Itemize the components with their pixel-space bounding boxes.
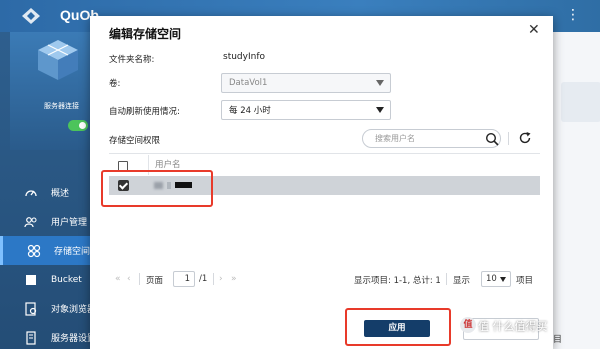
users-icon [24,217,37,228]
sidebar-item-overview[interactable]: 概述 [0,178,90,207]
sidebar-item-label: Bucket [51,274,82,285]
close-icon[interactable]: ✕ [528,22,540,38]
chevron-down-icon [376,107,384,113]
watermark-text: 值 什么值得买 [478,320,548,333]
background-content: 目 [553,32,600,349]
sidebar-item-label: 存储空间 [54,247,91,257]
app-logo-icon [22,8,40,24]
sidebar-item-label: 概述 [51,189,70,199]
auto-refresh-label: 自动刷新使用情况: [109,107,180,117]
server-cube-icon [38,40,78,80]
refresh-icon[interactable] [518,131,532,145]
volume-select-value: DataVol1 [229,78,268,88]
folder-name-value: studyInfo [223,52,265,62]
search-input[interactable]: 搜索用户名 [362,129,501,148]
background-text: 目 [553,335,563,345]
sidebar: 服务器连接 开 概述 用户管理 存储空间 Bucket 对象浏览器 服务器设置 [0,32,102,349]
pager-divider [139,273,140,285]
search-icon[interactable] [485,132,499,146]
per-page-select[interactable]: 10 [481,271,511,287]
volume-select[interactable]: DataVol1 [221,73,391,93]
sidebar-nav: 概述 用户管理 存储空间 Bucket 对象浏览器 服务器设置 [0,178,96,349]
page-input[interactable]: 1 [173,271,195,287]
display-items-text: 显示项目: 1-1, 总计: 1 [354,276,441,286]
pager-divider [446,273,447,285]
last-page-icon[interactable]: » [231,274,237,284]
gauge-icon [25,190,37,197]
highlight-box [101,170,213,207]
pagination-bar: « ‹ 页面 1 /1 › » 显示项目: 1-1, 总计: 1 显示 10 项… [109,270,540,292]
sidebar-item-object-browser[interactable]: 对象浏览器 [0,294,96,323]
page-label: 页面 [146,276,164,286]
chevron-down-icon [376,80,384,86]
storage-icon [27,244,41,258]
sidebar-item-server-settings[interactable]: 服务器设置 [0,323,96,349]
watermark-logo-icon: 值 [460,317,476,333]
browser-icon [25,302,37,316]
highlight-box [345,308,451,346]
prev-page-icon[interactable]: ‹ [127,274,131,284]
server-toggle[interactable] [68,120,88,131]
server-status-label: 服务器连接 [44,102,79,110]
folder-name-label: 文件夹名称: [109,55,155,65]
background-card [561,82,600,122]
auto-refresh-select[interactable]: 每 24 小时 [221,100,391,120]
more-menu-icon[interactable]: ⋮ [566,8,580,22]
volume-label: 卷: [109,79,121,89]
server-panel: 服务器连接 开 [10,32,102,150]
sidebar-item-label: 用户管理 [51,218,88,228]
edit-storage-dialog: 编辑存储空间 ✕ 文件夹名称: studyInfo 卷: DataVol1 自动… [90,16,553,349]
sidebar-item-bucket[interactable]: Bucket [0,265,90,294]
auto-refresh-select-value: 每 24 小时 [229,106,271,116]
toolbar-divider [508,132,509,145]
items-label: 项目 [516,276,534,286]
sidebar-item-users[interactable]: 用户管理 [0,207,90,236]
server-icon [26,331,36,345]
pager-divider [213,273,214,285]
page-total: /1 [199,274,208,284]
display-label: 显示 [453,276,471,286]
dialog-title: 编辑存储空间 [109,27,182,41]
next-page-icon[interactable]: › [219,274,223,284]
first-page-icon[interactable]: « [115,274,121,284]
sidebar-item-storage[interactable]: 存储空间 [0,236,90,265]
storage-permission-label: 存储空间权限 [109,136,161,146]
bucket-icon [26,275,36,285]
